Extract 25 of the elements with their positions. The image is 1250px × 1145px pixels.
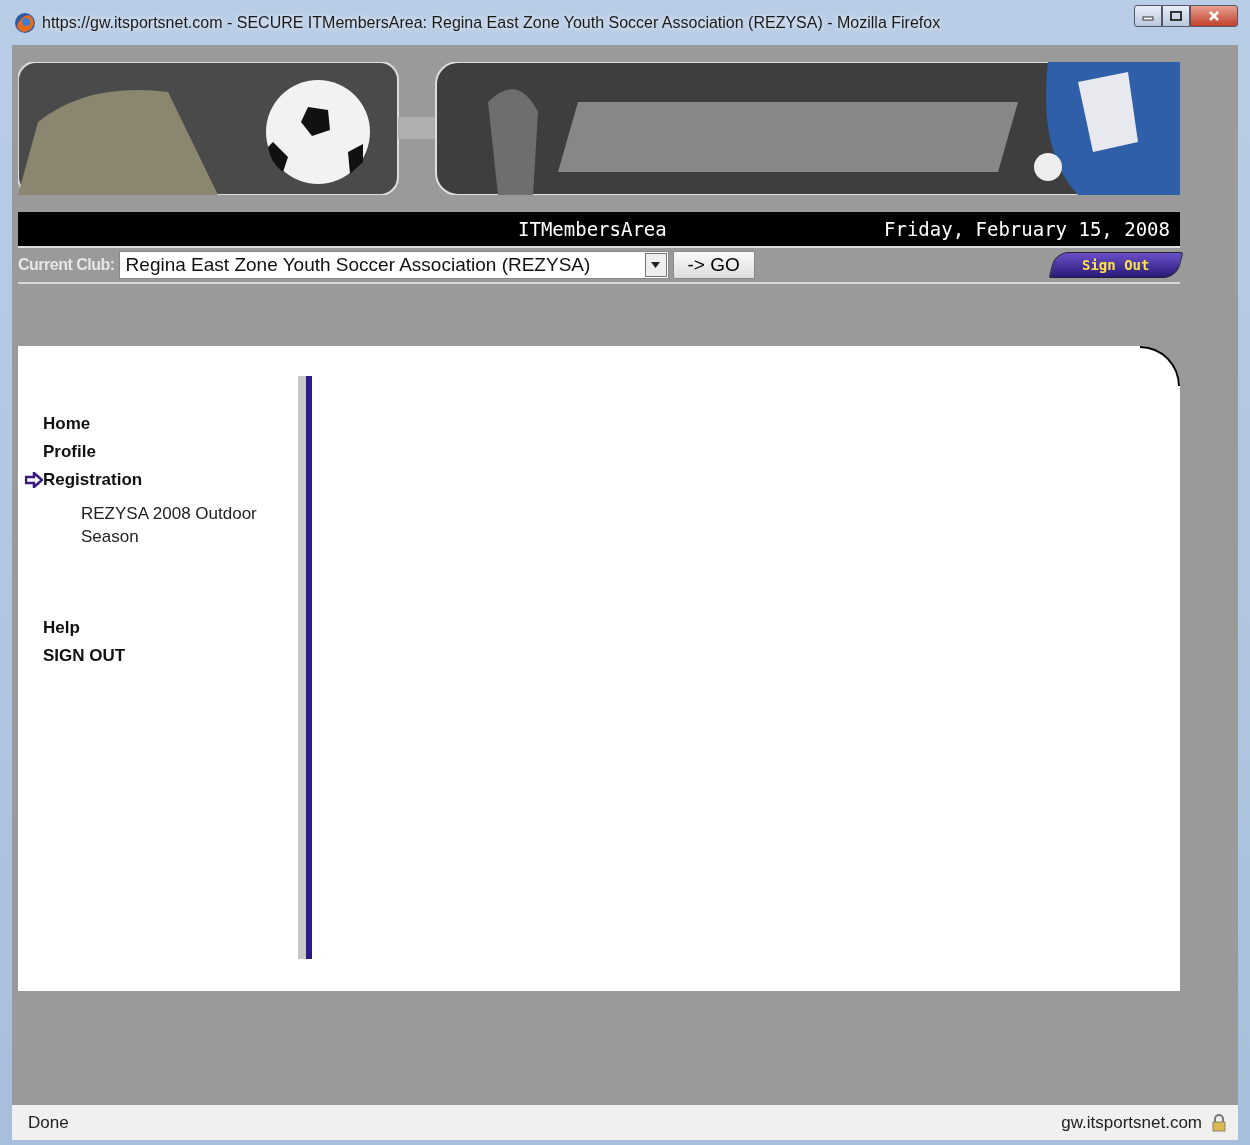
go-button[interactable]: -> GO bbox=[672, 251, 755, 279]
dropdown-arrow-icon bbox=[651, 262, 661, 268]
close-icon bbox=[1208, 10, 1220, 21]
club-select[interactable]: Regina East Zone Youth Soccer Association (REZYSA) bbox=[118, 251, 669, 279]
corner-arc bbox=[1140, 346, 1180, 386]
arrow-icon bbox=[25, 472, 43, 488]
window-title: https://gw.itsportsnet.com - SECURE ITMembersArea: Regina East Zone Youth Soccer Association (REZYSA) - Mozilla Firefox bbox=[42, 13, 942, 32]
nav-link[interactable]: Home bbox=[25, 414, 298, 434]
padlock-icon bbox=[1210, 1113, 1228, 1132]
nav-link[interactable]: Help bbox=[25, 618, 298, 638]
nav-link[interactable]: Registration bbox=[25, 470, 298, 490]
current-club-label: Current Club: bbox=[18, 256, 115, 274]
nav-link[interactable]: Profile bbox=[25, 442, 298, 462]
status-host: gw.itsportsnet.com bbox=[1061, 1112, 1202, 1133]
maximize-button[interactable] bbox=[1162, 4, 1190, 27]
status-text: Done bbox=[28, 1112, 70, 1133]
nav-link[interactable]: SIGN OUT bbox=[25, 646, 298, 666]
nav-sublink[interactable]: REZYSA 2008 Outdoor Season bbox=[81, 502, 291, 548]
date-text: Friday, February 15, 2008 bbox=[884, 218, 1170, 240]
firefox-icon bbox=[14, 11, 36, 34]
close-button[interactable] bbox=[1190, 4, 1238, 27]
maximize-icon bbox=[1170, 10, 1182, 21]
site-name: ITMembersArea bbox=[518, 218, 667, 240]
minimize-button[interactable] bbox=[1134, 4, 1162, 27]
sign-out-button[interactable]: Sign Out bbox=[1048, 252, 1184, 278]
